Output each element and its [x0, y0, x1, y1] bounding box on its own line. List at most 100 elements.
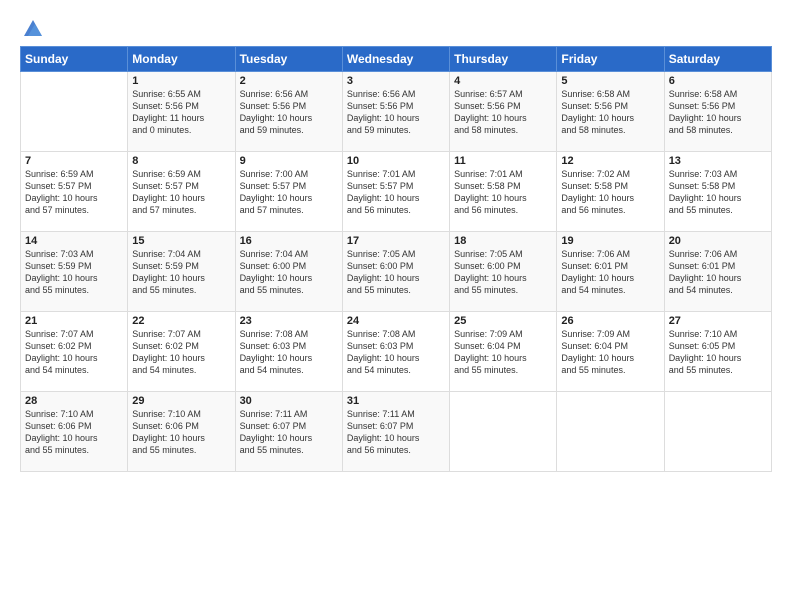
calendar-week-2: 7Sunrise: 6:59 AM Sunset: 5:57 PM Daylig…	[21, 152, 772, 232]
calendar-cell: 6Sunrise: 6:58 AM Sunset: 5:56 PM Daylig…	[664, 72, 771, 152]
day-info: Sunrise: 7:00 AM Sunset: 5:57 PM Dayligh…	[240, 168, 338, 217]
calendar-cell: 22Sunrise: 7:07 AM Sunset: 6:02 PM Dayli…	[128, 312, 235, 392]
day-info: Sunrise: 7:08 AM Sunset: 6:03 PM Dayligh…	[347, 328, 445, 377]
calendar-cell	[557, 392, 664, 472]
day-number: 27	[669, 315, 767, 327]
calendar-cell: 25Sunrise: 7:09 AM Sunset: 6:04 PM Dayli…	[450, 312, 557, 392]
header-wednesday: Wednesday	[342, 47, 449, 72]
day-info: Sunrise: 7:10 AM Sunset: 6:05 PM Dayligh…	[669, 328, 767, 377]
day-number: 6	[669, 75, 767, 87]
day-number: 8	[132, 155, 230, 167]
calendar-cell: 29Sunrise: 7:10 AM Sunset: 6:06 PM Dayli…	[128, 392, 235, 472]
calendar-header-row: SundayMondayTuesdayWednesdayThursdayFrid…	[21, 47, 772, 72]
calendar-cell: 18Sunrise: 7:05 AM Sunset: 6:00 PM Dayli…	[450, 232, 557, 312]
calendar-week-3: 14Sunrise: 7:03 AM Sunset: 5:59 PM Dayli…	[21, 232, 772, 312]
day-info: Sunrise: 6:58 AM Sunset: 5:56 PM Dayligh…	[561, 88, 659, 137]
calendar-cell: 19Sunrise: 7:06 AM Sunset: 6:01 PM Dayli…	[557, 232, 664, 312]
header-saturday: Saturday	[664, 47, 771, 72]
day-info: Sunrise: 7:05 AM Sunset: 6:00 PM Dayligh…	[454, 248, 552, 297]
day-number: 26	[561, 315, 659, 327]
calendar-cell: 30Sunrise: 7:11 AM Sunset: 6:07 PM Dayli…	[235, 392, 342, 472]
calendar-cell: 4Sunrise: 6:57 AM Sunset: 5:56 PM Daylig…	[450, 72, 557, 152]
day-number: 15	[132, 235, 230, 247]
logo-icon	[22, 18, 44, 40]
header	[20, 18, 772, 36]
day-info: Sunrise: 6:56 AM Sunset: 5:56 PM Dayligh…	[347, 88, 445, 137]
day-number: 9	[240, 155, 338, 167]
day-info: Sunrise: 7:04 AM Sunset: 6:00 PM Dayligh…	[240, 248, 338, 297]
calendar-cell: 13Sunrise: 7:03 AM Sunset: 5:58 PM Dayli…	[664, 152, 771, 232]
day-info: Sunrise: 6:56 AM Sunset: 5:56 PM Dayligh…	[240, 88, 338, 137]
header-sunday: Sunday	[21, 47, 128, 72]
calendar-cell: 28Sunrise: 7:10 AM Sunset: 6:06 PM Dayli…	[21, 392, 128, 472]
day-number: 20	[669, 235, 767, 247]
calendar-cell: 12Sunrise: 7:02 AM Sunset: 5:58 PM Dayli…	[557, 152, 664, 232]
day-number: 3	[347, 75, 445, 87]
logo	[20, 18, 44, 36]
calendar-table: SundayMondayTuesdayWednesdayThursdayFrid…	[20, 46, 772, 472]
calendar-week-5: 28 Sunrise: 7:10 AM Sunset: 6:06 PM Dayli…	[21, 392, 772, 472]
day-number: 28	[25, 395, 123, 407]
day-number: 17	[347, 235, 445, 247]
day-number: 5	[561, 75, 659, 87]
calendar-cell	[450, 392, 557, 472]
day-info: Sunrise: 7:02 AM Sunset: 5:58 PM Dayligh…	[561, 168, 659, 217]
day-info: Sunrise: 7:07 AM Sunset: 6:02 PM Dayligh…	[25, 328, 123, 377]
day-number: 31	[347, 395, 445, 407]
calendar-cell: 10Sunrise: 7:01 AM Sunset: 5:57 PM Dayli…	[342, 152, 449, 232]
day-number: 2	[240, 75, 338, 87]
day-number: 29	[132, 395, 230, 407]
calendar-cell: 17Sunrise: 7:05 AM Sunset: 6:00 PM Dayli…	[342, 232, 449, 312]
day-number: 12	[561, 155, 659, 167]
header-thursday: Thursday	[450, 47, 557, 72]
day-info: Sunrise: 7:01 AM Sunset: 5:58 PM Dayligh…	[454, 168, 552, 217]
page: SundayMondayTuesdayWednesdayThursdayFrid…	[0, 0, 792, 612]
calendar-cell: 21Sunrise: 7:07 AM Sunset: 6:02 PM Dayli…	[21, 312, 128, 392]
calendar-cell: 7Sunrise: 6:59 AM Sunset: 5:57 PM Daylig…	[21, 152, 128, 232]
day-info: Sunrise: 7:07 AM Sunset: 6:02 PM Dayligh…	[132, 328, 230, 377]
day-info: Sunrise: 7:11 AM Sunset: 6:07 PM Dayligh…	[240, 408, 338, 457]
calendar-cell: 9Sunrise: 7:00 AM Sunset: 5:57 PM Daylig…	[235, 152, 342, 232]
day-info: Sunrise: 7:01 AM Sunset: 5:57 PM Dayligh…	[347, 168, 445, 217]
calendar-cell: 14Sunrise: 7:03 AM Sunset: 5:59 PM Dayli…	[21, 232, 128, 312]
calendar-cell: 5Sunrise: 6:58 AM Sunset: 5:56 PM Daylig…	[557, 72, 664, 152]
day-number: 25	[454, 315, 552, 327]
calendar-cell	[664, 392, 771, 472]
calendar-cell: 23Sunrise: 7:08 AM Sunset: 6:03 PM Dayli…	[235, 312, 342, 392]
day-info: Sunrise: 7:09 AM Sunset: 6:04 PM Dayligh…	[561, 328, 659, 377]
day-info: Sunrise: 7:10 AM Sunset: 6:06 PM Dayligh…	[132, 408, 230, 457]
calendar-cell: 1Sunrise: 6:55 AM Sunset: 5:56 PM Daylig…	[128, 72, 235, 152]
day-number: 11	[454, 155, 552, 167]
day-info: Sunrise: 7:05 AM Sunset: 6:00 PM Dayligh…	[347, 248, 445, 297]
day-info: Sunrise: 7:08 AM Sunset: 6:03 PM Dayligh…	[240, 328, 338, 377]
calendar-cell: 26Sunrise: 7:09 AM Sunset: 6:04 PM Dayli…	[557, 312, 664, 392]
day-number: 22	[132, 315, 230, 327]
calendar-cell: 16Sunrise: 7:04 AM Sunset: 6:00 PM Dayli…	[235, 232, 342, 312]
calendar-cell: 8Sunrise: 6:59 AM Sunset: 5:57 PM Daylig…	[128, 152, 235, 232]
day-info: Sunrise: 7:04 AM Sunset: 5:59 PM Dayligh…	[132, 248, 230, 297]
day-number: 19	[561, 235, 659, 247]
calendar-week-4: 21Sunrise: 7:07 AM Sunset: 6:02 PM Dayli…	[21, 312, 772, 392]
day-number: 16	[240, 235, 338, 247]
day-number: 10	[347, 155, 445, 167]
day-info: Sunrise: 6:59 AM Sunset: 5:57 PM Dayligh…	[132, 168, 230, 217]
day-info: Sunrise: 7:09 AM Sunset: 6:04 PM Dayligh…	[454, 328, 552, 377]
day-number: 24	[347, 315, 445, 327]
day-info: Sunrise: 6:59 AM Sunset: 5:57 PM Dayligh…	[25, 168, 123, 217]
day-number: 1	[132, 75, 230, 87]
day-info: Sunrise: 7:11 AM Sunset: 6:07 PM Dayligh…	[347, 408, 445, 457]
day-number: 23	[240, 315, 338, 327]
calendar-cell: 15Sunrise: 7:04 AM Sunset: 5:59 PM Dayli…	[128, 232, 235, 312]
header-friday: Friday	[557, 47, 664, 72]
calendar-cell: 2Sunrise: 6:56 AM Sunset: 5:56 PM Daylig…	[235, 72, 342, 152]
calendar-week-1: 1Sunrise: 6:55 AM Sunset: 5:56 PM Daylig…	[21, 72, 772, 152]
day-info: Sunrise: 7:03 AM Sunset: 5:59 PM Dayligh…	[25, 248, 123, 297]
day-info: Sunrise: 6:57 AM Sunset: 5:56 PM Dayligh…	[454, 88, 552, 137]
calendar-cell: 24Sunrise: 7:08 AM Sunset: 6:03 PM Dayli…	[342, 312, 449, 392]
calendar-cell: 11Sunrise: 7:01 AM Sunset: 5:58 PM Dayli…	[450, 152, 557, 232]
day-number: 21	[25, 315, 123, 327]
day-info: Sunrise: 7:06 AM Sunset: 6:01 PM Dayligh…	[561, 248, 659, 297]
calendar-cell: 20Sunrise: 7:06 AM Sunset: 6:01 PM Dayli…	[664, 232, 771, 312]
header-tuesday: Tuesday	[235, 47, 342, 72]
day-number: 18	[454, 235, 552, 247]
